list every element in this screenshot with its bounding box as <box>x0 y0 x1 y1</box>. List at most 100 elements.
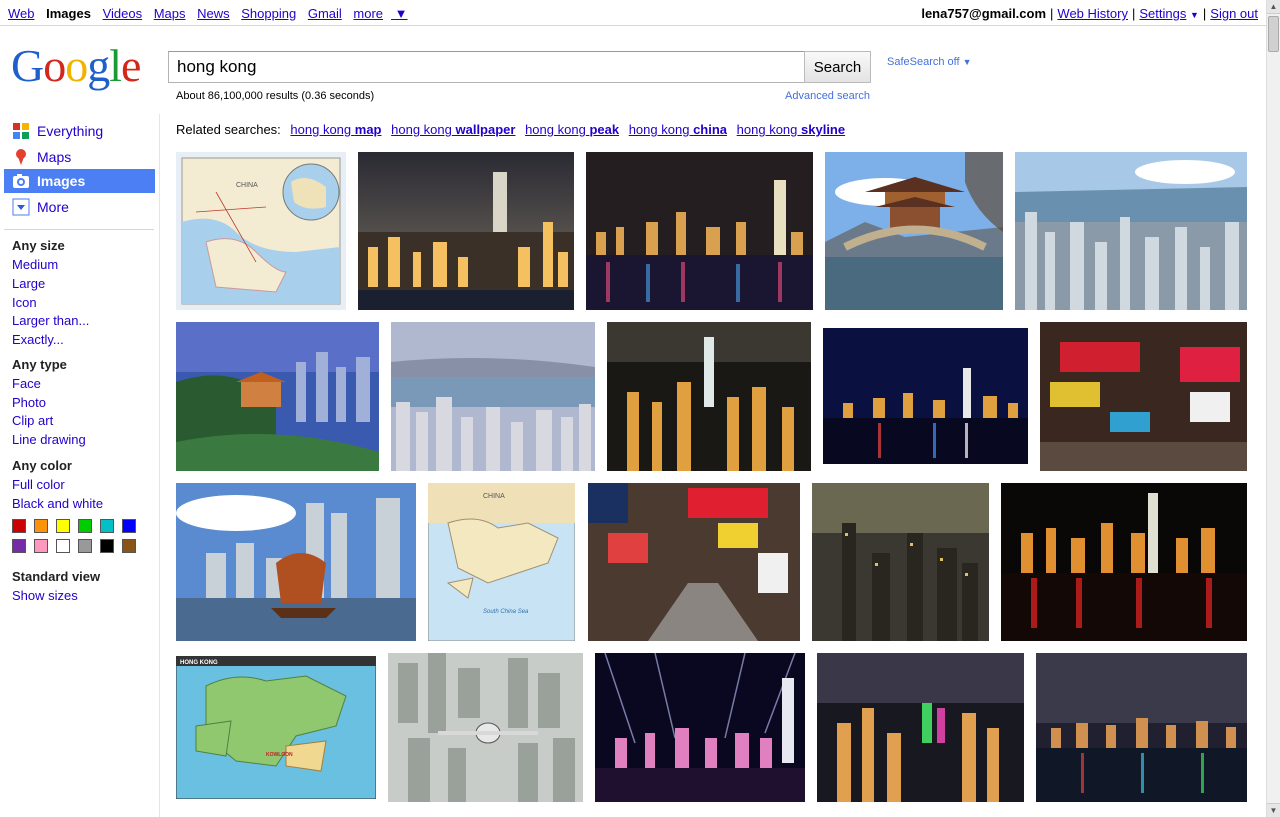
related-search-link[interactable]: hong kong china <box>629 122 727 137</box>
color-swatch[interactable] <box>12 519 26 533</box>
scroll-thumb[interactable] <box>1268 16 1279 52</box>
chevron-down-icon <box>12 198 30 216</box>
image-result-red-reflection[interactable] <box>1001 483 1247 641</box>
everything-icon <box>12 122 30 140</box>
color-swatch[interactable] <box>122 519 136 533</box>
related-search-link[interactable]: hong kong map <box>290 122 381 137</box>
nav-more[interactable]: more ▼ <box>353 6 415 21</box>
chevron-down-icon[interactable]: ▼ <box>1190 10 1199 20</box>
filter-type-line-drawing[interactable]: Line drawing <box>12 432 86 447</box>
filter-size-exactly[interactable]: Exactly... <box>12 332 64 347</box>
sidebar-divider <box>4 229 154 230</box>
image-result-3d-buildings[interactable] <box>388 653 583 802</box>
image-result-foggy-towers[interactable] <box>812 483 989 641</box>
web-history-link[interactable]: Web History <box>1057 6 1128 21</box>
nav-more-label: more <box>353 6 384 21</box>
related-prefix: hong kong <box>736 122 798 137</box>
image-result-street-signs[interactable] <box>588 483 800 641</box>
left-sidebar: Everything Maps Images More Any size Med… <box>0 114 160 817</box>
search-input[interactable] <box>168 51 806 83</box>
nav-shopping[interactable]: Shopping <box>241 6 296 21</box>
nav-news[interactable]: News <box>197 6 230 21</box>
nav-gmail[interactable]: Gmail <box>308 6 342 21</box>
image-result-map[interactable]: CHINA <box>176 152 346 310</box>
related-prefix: hong kong <box>391 122 452 137</box>
color-swatch[interactable] <box>100 519 114 533</box>
related-search-link[interactable]: hong kong skyline <box>737 122 845 137</box>
mode-everything-label[interactable]: Everything <box>37 123 103 139</box>
settings-link[interactable]: Settings <box>1139 6 1186 21</box>
filter-size-medium[interactable]: Medium <box>12 257 58 272</box>
scroll-down-arrow-icon[interactable]: ▼ <box>1267 803 1280 817</box>
color-swatch[interactable] <box>56 519 70 533</box>
filter-size-large[interactable]: Large <box>12 276 45 291</box>
nav-maps[interactable]: Maps <box>154 6 186 21</box>
vertical-scrollbar[interactable]: ▲ ▼ <box>1266 0 1280 817</box>
related-search-link[interactable]: hong kong peak <box>525 122 619 137</box>
image-result-neon-street[interactable] <box>1040 322 1247 471</box>
mode-more[interactable]: More <box>12 195 69 219</box>
safesearch-dropdown[interactable]: SafeSearch off ▼ <box>887 56 972 68</box>
color-swatch[interactable] <box>100 539 114 553</box>
filter-color-bw[interactable]: Black and white <box>12 496 103 511</box>
image-result-blue-night[interactable] <box>823 328 1028 464</box>
image-result-harbour-night[interactable] <box>586 152 813 310</box>
filter-color-full[interactable]: Full color <box>12 477 65 492</box>
image-result-pagoda[interactable] <box>825 152 1003 310</box>
color-swatch[interactable] <box>56 539 70 553</box>
map-label: CHINA <box>236 182 258 189</box>
separator: | <box>1050 6 1054 21</box>
image-result-harbour-view[interactable] <box>391 322 595 471</box>
map-label: KOWLOON <box>266 752 293 758</box>
search-button[interactable]: Search <box>804 51 871 83</box>
related-term: wallpaper <box>455 122 516 137</box>
image-result-night-skyline[interactable] <box>358 152 574 310</box>
settings-label: Settings <box>1139 6 1187 21</box>
color-swatch[interactable] <box>78 519 92 533</box>
color-swatch[interactable] <box>122 539 136 553</box>
filter-type-photo[interactable]: Photo <box>12 395 46 410</box>
google-logo[interactable]: Google <box>11 40 141 92</box>
image-result-light-show[interactable] <box>595 653 805 802</box>
mode-images[interactable]: Images <box>4 169 155 193</box>
scroll-up-arrow-icon[interactable]: ▲ <box>1267 0 1280 14</box>
top-navigation-bar: Web Images Videos Maps News Shopping Gma… <box>0 0 1266 26</box>
mode-images-label[interactable]: Images <box>37 173 85 189</box>
color-swatch[interactable] <box>34 519 48 533</box>
related-searches-label: Related searches: <box>176 122 281 137</box>
related-term: skyline <box>801 122 846 137</box>
sign-out-link[interactable]: Sign out <box>1210 6 1258 21</box>
image-result-political-map[interactable]: CHINA South China Sea <box>428 483 575 641</box>
image-result-tourist-map[interactable]: HONG KONG KOWLOON <box>176 656 376 799</box>
logo-letter: o <box>65 40 88 91</box>
mode-maps-label[interactable]: Maps <box>37 149 71 165</box>
related-term: map <box>354 122 382 137</box>
nav-videos[interactable]: Videos <box>103 6 143 21</box>
maps-pin-icon <box>12 148 30 166</box>
filter-size-icon[interactable]: Icon <box>12 295 37 310</box>
image-result-junk-boat[interactable] <box>176 483 416 641</box>
show-sizes-link[interactable]: Show sizes <box>12 588 78 603</box>
image-result-peak-pavilion[interactable] <box>176 322 379 471</box>
mode-maps[interactable]: Maps <box>12 145 71 169</box>
chevron-down-icon: ▼ <box>394 6 408 21</box>
mode-everything[interactable]: Everything <box>12 119 103 143</box>
color-swatch[interactable] <box>12 539 26 553</box>
image-result-night-peak-view[interactable] <box>817 653 1024 802</box>
related-search-link[interactable]: hong kong wallpaper <box>391 122 515 137</box>
chevron-down-icon: ▼ <box>962 57 972 67</box>
image-result-night-aerial[interactable] <box>607 322 811 471</box>
filter-type-face[interactable]: Face <box>12 376 41 391</box>
color-swatch[interactable] <box>78 539 92 553</box>
mode-more-label[interactable]: More <box>37 199 69 215</box>
nav-web[interactable]: Web <box>8 6 35 21</box>
camera-icon <box>12 172 30 190</box>
related-searches: Related searches: hong kong map hong kon… <box>176 122 845 137</box>
advanced-search-link[interactable]: Advanced search <box>785 90 870 102</box>
image-result-aerial-city[interactable] <box>1015 152 1247 310</box>
color-swatch[interactable] <box>34 539 48 553</box>
filter-size-larger-than[interactable]: Larger than... <box>12 313 89 328</box>
filter-type-clip-art[interactable]: Clip art <box>12 413 53 428</box>
logo-letter: e <box>121 40 141 91</box>
image-result-harbour-dusk[interactable] <box>1036 653 1247 802</box>
